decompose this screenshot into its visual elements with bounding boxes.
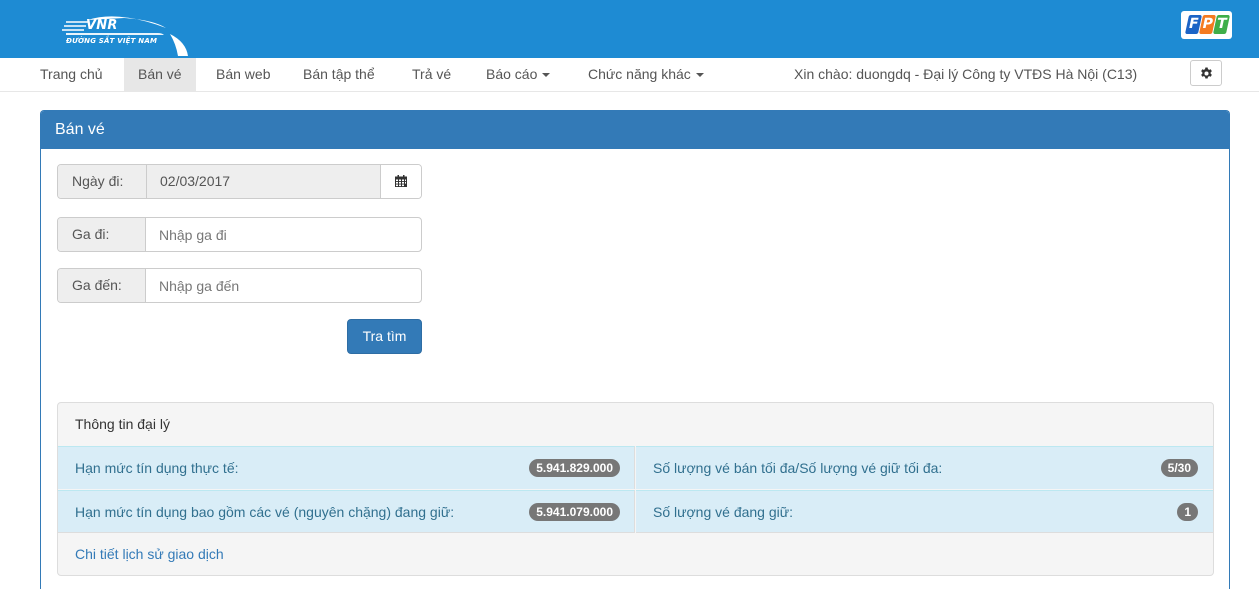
settings-button[interactable]: [1190, 60, 1222, 86]
logo-subtitle: ĐƯỜNG SẮT VIỆT NAM: [66, 37, 158, 45]
departure-date-input[interactable]: 02/03/2017: [160, 165, 230, 198]
top-banner: VNR ĐƯỜNG SẮT VIỆT NAM F P T: [0, 0, 1259, 58]
held-tickets-row: Số lượng vé đang giữ: 1: [636, 490, 1213, 533]
logo-text: VNR: [86, 18, 118, 33]
main-nav: Trang chủ Bán vé Bán web Bán tập thể Trả…: [0, 58, 1259, 92]
agent-info-title: Thông tin đại lý: [75, 416, 170, 432]
caret-down-icon: [542, 73, 551, 78]
nav-other-label: Chức năng khác: [588, 66, 691, 82]
calendar-button[interactable]: [380, 165, 421, 198]
credit-limit-row: Hạn mức tín dụng thực tế: 5.941.829.000: [58, 446, 635, 489]
gear-icon: [1201, 67, 1212, 79]
credit-limit-held-label: Hạn mức tín dụng bao gồm các vé (nguyên …: [75, 504, 455, 520]
arrival-station-group: Ga đến:: [57, 268, 422, 303]
departure-date-group: Ngày đi: 02/03/2017: [57, 164, 422, 199]
fpt-letter-t: T: [1212, 15, 1231, 34]
caret-down-icon: [695, 73, 704, 78]
credit-limit-label: Hạn mức tín dụng thực tế:: [75, 460, 239, 476]
nav-item-home[interactable]: Trang chủ: [40, 58, 103, 92]
fpt-logo: F P T: [1181, 11, 1232, 39]
transaction-history-link[interactable]: Chi tiết lịch sử giao dịch: [75, 546, 224, 562]
max-tickets-label: Số lượng vé bán tối đa/Số lượng vé giữ t…: [653, 460, 943, 476]
credit-limit-held-badge: 5.941.079.000: [529, 503, 620, 521]
credit-limit-held-row: Hạn mức tín dụng bao gồm các vé (nguyên …: [58, 490, 635, 533]
nav-item-other-functions[interactable]: Chức năng khác: [588, 58, 704, 92]
search-button[interactable]: Tra tìm: [347, 319, 422, 354]
nav-item-group-sale[interactable]: Bán tập thể: [303, 58, 375, 92]
vnr-logo[interactable]: VNR ĐƯỜNG SẮT VIỆT NAM: [58, 8, 198, 58]
held-tickets-label: Số lượng vé đang giữ:: [653, 504, 794, 520]
departure-station-group: Ga đi:: [57, 217, 422, 252]
departure-station-input[interactable]: [159, 218, 417, 251]
max-tickets-badge: 5/30: [1160, 459, 1198, 477]
nav-reports-label: Báo cáo: [486, 66, 538, 82]
nav-item-web-sale[interactable]: Bán web: [216, 58, 270, 92]
held-tickets-badge: 1: [1177, 503, 1198, 521]
nav-item-sell-ticket[interactable]: Bán vé: [124, 58, 196, 92]
calendar-icon: [395, 175, 407, 187]
date-label: Ngày đi:: [58, 165, 147, 198]
to-label: Ga đến:: [58, 269, 146, 302]
panel-title: Bán vé: [41, 111, 1229, 149]
credit-limit-badge: 5.941.829.000: [529, 459, 620, 477]
nav-item-refund[interactable]: Trả vé: [412, 58, 451, 92]
arrival-station-input[interactable]: [159, 269, 417, 302]
nav-item-reports[interactable]: Báo cáo: [486, 58, 551, 92]
max-tickets-row: Số lượng vé bán tối đa/Số lượng vé giữ t…: [636, 446, 1213, 489]
user-greeting[interactable]: Xin chào: duongdq - Đại lý Công ty VTĐS …: [794, 58, 1137, 92]
vnr-logo-icon: [62, 16, 188, 56]
agent-info-panel: Thông tin đại lý Hạn mức tín dụng thực t…: [57, 402, 1214, 576]
from-label: Ga đi:: [58, 218, 146, 251]
